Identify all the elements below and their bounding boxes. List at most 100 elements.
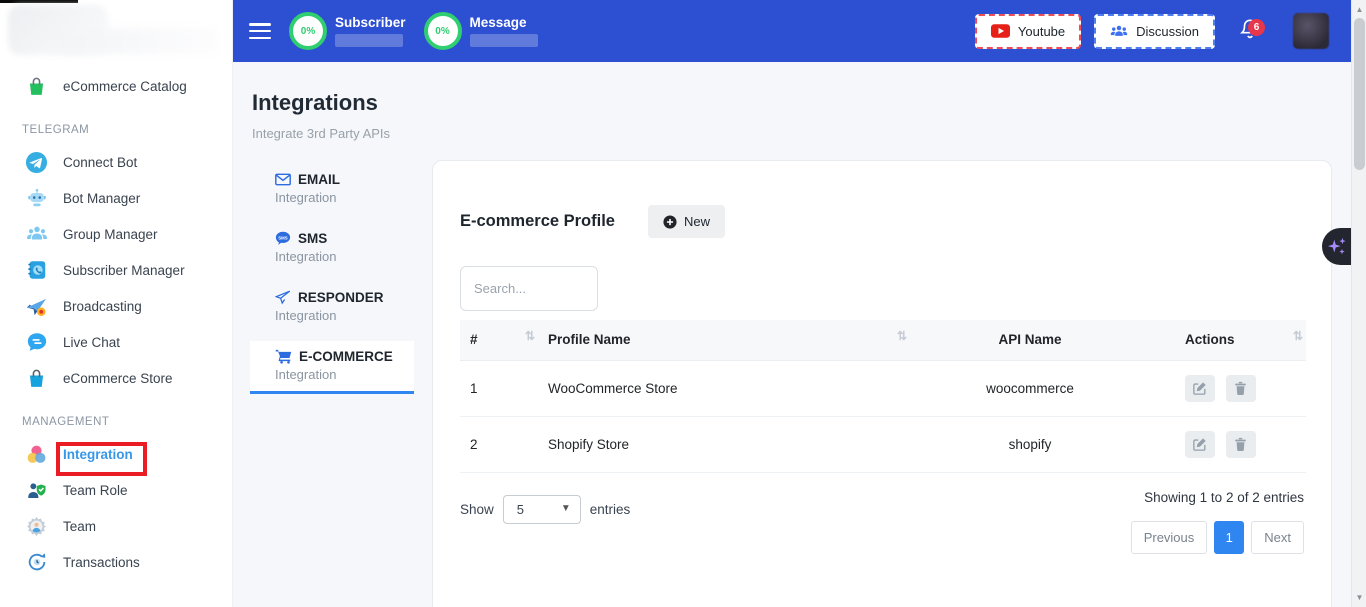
table-header-row: # ⇅ Profile Name ⇅ API Name Actions ⇅ (460, 320, 1306, 360)
trash-icon (1234, 437, 1247, 451)
sidebar-item-broadcasting[interactable]: Broadcasting (0, 288, 232, 324)
sidebar-item-label: Transactions (63, 555, 140, 570)
svg-text:SMS: SMS (278, 235, 287, 240)
panel-title: E-commerce Profile (460, 212, 615, 231)
sidebar-item-label: Team (63, 519, 96, 534)
previous-page-button[interactable]: Previous (1131, 521, 1208, 554)
message-progress-ring: 0% (424, 12, 462, 50)
group-icon (25, 223, 48, 246)
pagination: Previous 1 Next (1131, 521, 1304, 554)
new-profile-button[interactable]: New (648, 205, 725, 238)
tab-title: SMS (298, 231, 327, 246)
youtube-button-label: Youtube (1018, 24, 1065, 39)
youtube-button[interactable]: Youtube (975, 14, 1081, 49)
sidebar-item-label: Team Role (63, 483, 128, 498)
telegram-icon (25, 151, 48, 174)
sidebar-item-ecommerce-catalog[interactable]: eCommerce Catalog (0, 68, 232, 104)
avatar[interactable] (1293, 13, 1329, 49)
table-row: 1 WooCommerce Store woocommerce (460, 360, 1306, 416)
edit-button[interactable] (1185, 431, 1215, 458)
scrollbar-thumb[interactable] (1354, 18, 1365, 170)
profiles-table: # ⇅ Profile Name ⇅ API Name Actions ⇅ (460, 320, 1306, 473)
sms-bubble-icon: SMS (275, 231, 291, 246)
users-icon (1110, 24, 1128, 38)
main-content: Integrations Integrate 3rd Party APIs EM… (233, 62, 1351, 607)
sidebar-item-live-chat[interactable]: Live Chat (0, 324, 232, 360)
cell-actions (1150, 360, 1306, 416)
discussion-button[interactable]: Discussion (1094, 14, 1215, 49)
logo-topline (0, 0, 78, 3)
sidebar-item-bot-manager[interactable]: Bot Manager (0, 180, 232, 216)
notifications-button[interactable]: 6 (1239, 17, 1261, 46)
sort-icon[interactable]: ⇅ (1293, 329, 1303, 343)
edit-button[interactable] (1185, 375, 1215, 402)
table-row: 2 Shopify Store shopify (460, 416, 1306, 472)
gear-person-icon (25, 515, 48, 538)
sort-icon[interactable]: ⇅ (897, 329, 907, 343)
show-label: Show (460, 502, 494, 517)
scrollbar[interactable]: ▲ ▼ (1351, 0, 1366, 607)
edit-pencil-icon (1193, 381, 1207, 395)
tab-email-integration[interactable]: EMAIL Integration (250, 164, 414, 214)
envelope-icon (275, 173, 291, 186)
page-size-value: 5 (517, 502, 524, 517)
sidebar-item-integration[interactable]: Integration (0, 436, 232, 472)
sidebar-item-label: Broadcasting (63, 299, 142, 314)
subscriber-stat-value-blur (335, 34, 403, 47)
sidebar-item-transactions[interactable]: Transactions (0, 544, 232, 580)
delete-button[interactable] (1226, 375, 1256, 402)
edit-pencil-icon (1193, 437, 1207, 451)
subscriber-stat-label: Subscriber (335, 15, 406, 30)
sidebar-item-subscriber-manager[interactable]: Subscriber Manager (0, 252, 232, 288)
cell-index: 1 (460, 360, 538, 416)
integration-subnav: EMAIL Integration SMS SMS Integration (250, 164, 414, 403)
page-1-button[interactable]: 1 (1214, 521, 1244, 554)
scroll-down-arrow[interactable]: ▼ (1352, 590, 1366, 605)
subscriber-stat: 0% Subscriber (289, 12, 406, 50)
youtube-icon (991, 24, 1010, 38)
column-header-api-name[interactable]: API Name (910, 320, 1150, 360)
column-header-index[interactable]: # ⇅ (460, 320, 538, 360)
sidebar-item-label: eCommerce Catalog (63, 79, 187, 94)
paper-plane-icon (275, 290, 291, 305)
sidebar-item-group-manager[interactable]: Group Manager (0, 216, 232, 252)
subscriber-progress-ring: 0% (289, 12, 327, 50)
tab-subtitle: Integration (275, 308, 414, 323)
sidebar-item-team-role[interactable]: Team Role (0, 472, 232, 508)
chat-bubble-icon (25, 331, 48, 354)
sidebar-section-telegram: TELEGRAM (0, 104, 232, 144)
tab-responder-integration[interactable]: RESPONDER Integration (250, 282, 414, 332)
table-info-text: Showing 1 to 2 of 2 entries (1144, 490, 1304, 505)
tab-sms-integration[interactable]: SMS SMS Integration (250, 223, 414, 273)
sidebar: eCommerce Catalog TELEGRAM Connect Bot B… (0, 0, 233, 607)
message-stat-label: Message (470, 15, 538, 30)
search-input[interactable] (460, 266, 598, 311)
page-size-select[interactable]: 5 ▼ (503, 495, 581, 524)
sidebar-item-ecommerce-store[interactable]: eCommerce Store (0, 360, 232, 396)
cell-profile-name: WooCommerce Store (538, 360, 910, 416)
top-bar: 0% Subscriber 0% Message Youtube Dis (233, 0, 1351, 62)
logo-blur (0, 0, 232, 62)
hamburger-menu-icon[interactable] (249, 23, 271, 39)
trash-icon (1234, 381, 1247, 395)
column-header-actions[interactable]: Actions ⇅ (1150, 320, 1306, 360)
tab-ecommerce-integration[interactable]: E-COMMERCE Integration (250, 341, 414, 394)
tab-title: RESPONDER (298, 290, 384, 305)
sidebar-item-label-active: Integration (63, 447, 133, 462)
integration-circles-icon (25, 443, 48, 466)
sidebar-item-label: eCommerce Store (63, 371, 173, 386)
ai-assistant-button[interactable] (1322, 228, 1351, 265)
delete-button[interactable] (1226, 431, 1256, 458)
sort-icon[interactable]: ⇅ (525, 329, 535, 343)
sidebar-item-connect-bot[interactable]: Connect Bot (0, 144, 232, 180)
history-clock-icon (25, 551, 48, 574)
next-page-button[interactable]: Next (1251, 521, 1304, 554)
sidebar-item-team[interactable]: Team (0, 508, 232, 544)
tab-title: EMAIL (298, 172, 340, 187)
scroll-up-arrow[interactable]: ▲ (1352, 2, 1366, 17)
tab-subtitle: Integration (275, 367, 414, 382)
app-window: eCommerce Catalog TELEGRAM Connect Bot B… (0, 0, 1366, 607)
tab-subtitle: Integration (275, 249, 414, 264)
shopping-bag-icon (25, 75, 48, 98)
column-header-profile-name[interactable]: Profile Name ⇅ (538, 320, 910, 360)
